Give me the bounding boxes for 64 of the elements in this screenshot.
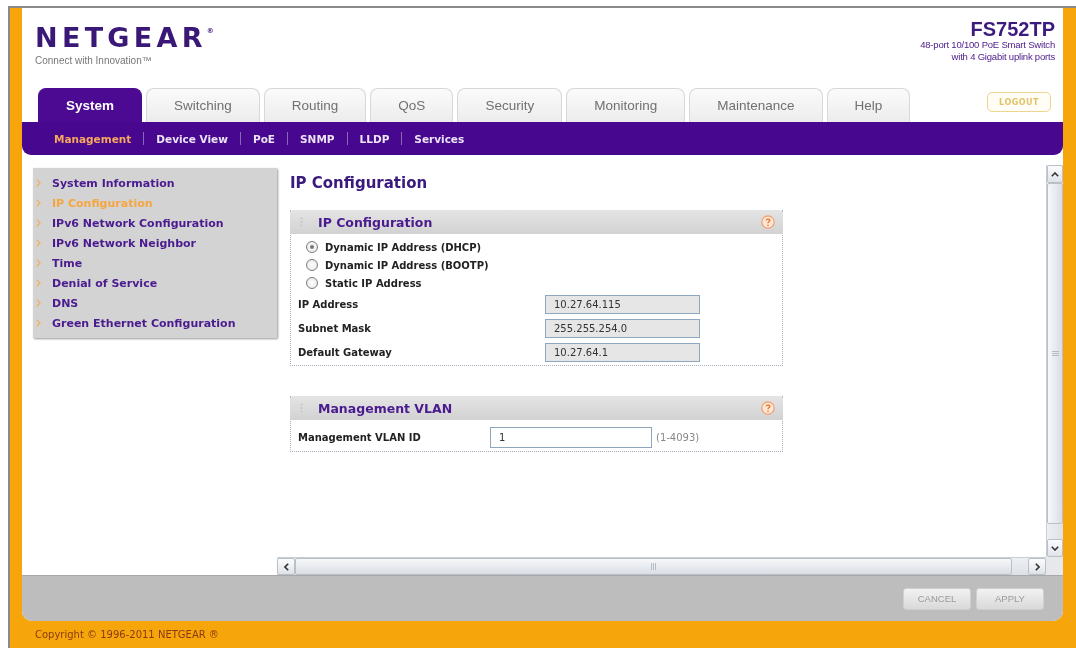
nav-tab[interactable]: Maintenance [689, 88, 823, 122]
field-label: Subnet Mask [298, 322, 372, 334]
subnav-link[interactable]: PoE [240, 132, 288, 145]
subnav-link[interactable]: Device View [144, 132, 240, 145]
field-label: IP Address [298, 298, 360, 310]
radio-button[interactable] [306, 277, 318, 289]
text-field[interactable]: 1 [490, 426, 652, 448]
grip-icon [651, 563, 656, 570]
subnav-link[interactable]: Management [42, 132, 144, 145]
chevron-icon [36, 239, 41, 247]
chevron-left-icon [283, 562, 289, 571]
subnav-link[interactable]: Services [402, 132, 477, 145]
model-description: with 4 Gigabit uplink ports [950, 51, 1055, 63]
nav-tab[interactable]: QoS [370, 88, 454, 122]
chevron-icon [36, 179, 41, 187]
nav-tab[interactable]: Switching [146, 88, 260, 122]
sidebar-item[interactable]: IPv6 Network Neighbor [33, 233, 277, 253]
scroll-up-button[interactable] [1047, 165, 1063, 183]
sidebar-item[interactable]: System Information [33, 173, 277, 193]
model-name: FS752TP [969, 19, 1055, 39]
scroll-down-button[interactable] [1047, 539, 1063, 557]
radio-button[interactable] [306, 259, 318, 271]
scrollbar-thumb[interactable] [1047, 183, 1063, 524]
help-icon[interactable] [761, 401, 775, 415]
field-label: Default Gateway [298, 346, 393, 358]
logo-wordmark: NETGEAR$^{®}$ [35, 21, 214, 53]
scrollbar-corner [1046, 557, 1063, 575]
sidebar-item[interactable]: DNS [33, 293, 277, 313]
chevron-icon [36, 319, 41, 327]
field-label: Management VLAN ID [298, 431, 422, 443]
panel-title: Management VLAN [318, 400, 453, 416]
chevron-icon [36, 299, 41, 307]
subnav-link[interactable]: LLDP [347, 132, 402, 145]
range-hint: (1-4093) [656, 431, 700, 443]
page-title: IP Configuration [290, 173, 428, 194]
chevron-icon [36, 259, 41, 267]
nav-tab[interactable]: System [38, 88, 143, 122]
chevron-up-icon [1051, 171, 1059, 177]
radio-button[interactable] [306, 241, 318, 253]
scroll-left-button[interactable] [277, 558, 295, 575]
panel-title: IP Configuration [318, 214, 433, 230]
subnav-link[interactable]: SNMP [288, 132, 347, 145]
sidebar-item[interactable]: Green Ethernet Configuration [33, 313, 277, 333]
radio-label: Dynamic IP Address (BOOTP) [325, 259, 489, 271]
sidebar-item[interactable]: IPv6 Network Configuration [33, 213, 277, 233]
nav-tab[interactable]: Routing [263, 88, 367, 122]
chevron-icon [36, 279, 41, 287]
chevron-icon [36, 219, 41, 227]
grip-icon [1051, 351, 1059, 356]
nav-tab[interactable]: Monitoring [566, 88, 686, 122]
chevron-down-icon [1051, 545, 1059, 551]
scroll-right-button[interactable] [1028, 558, 1046, 575]
sidebar-item[interactable]: Denial of Service [33, 273, 277, 293]
help-icon[interactable] [761, 215, 775, 229]
chevron-icon [36, 199, 41, 207]
radio-label: Static IP Address [325, 277, 422, 289]
nav-tab[interactable]: Security [457, 88, 563, 122]
model-description: 48-port 10/100 PoE Smart Switch [920, 39, 1055, 51]
tagline: Connect with Innovation™ [35, 55, 153, 67]
copyright-text: Copyright © 1996-2011 NETGEAR ® [35, 629, 219, 640]
chevron-right-icon [1034, 562, 1040, 571]
sidebar-item[interactable]: Time [33, 253, 277, 273]
radio-label: Dynamic IP Address (DHCP) [325, 241, 482, 253]
nav-tab[interactable]: Help [826, 88, 911, 122]
